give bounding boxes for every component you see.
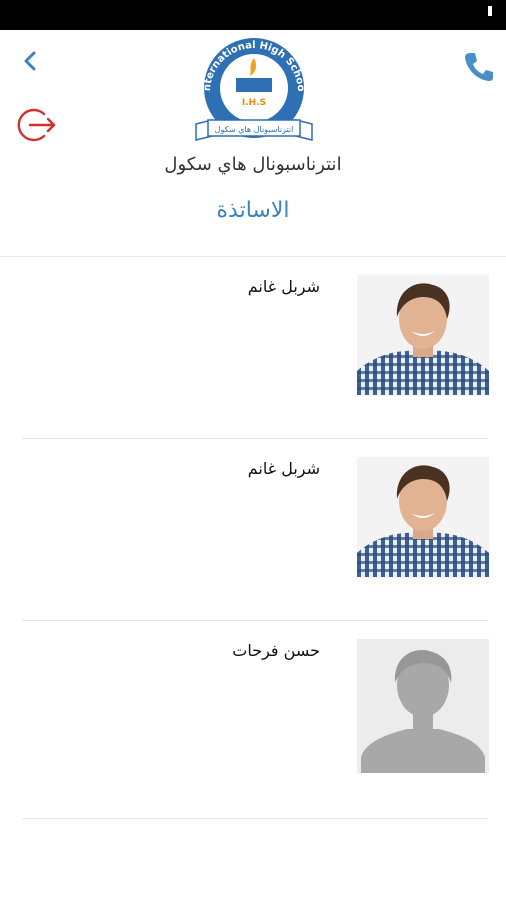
teacher-photo xyxy=(357,457,489,577)
teacher-row[interactable]: شربل غانم xyxy=(0,257,506,439)
placeholder-avatar-icon xyxy=(357,639,489,773)
chevron-left-icon xyxy=(24,51,36,71)
logout-icon xyxy=(17,108,56,142)
school-name: انترناسبونال هاي سكول xyxy=(164,154,342,175)
school-logo: International High School I.H.S انترناسب… xyxy=(188,28,318,150)
teacher-row[interactable]: حسن فرحات xyxy=(0,621,506,819)
teacher-photo xyxy=(357,275,489,395)
teachers-list: شربل غانم شربل غانم حسن فرحات xyxy=(0,257,506,819)
page-title: الاساتذة xyxy=(216,198,290,223)
app-header: International High School I.H.S انترناسب… xyxy=(0,28,506,257)
teacher-row[interactable]: شربل غانم xyxy=(0,439,506,621)
status-bar xyxy=(0,0,506,30)
phone-icon xyxy=(465,53,493,81)
svg-text:انترناسبونال هاي سكول: انترناسبونال هاي سكول xyxy=(215,125,294,134)
row-divider xyxy=(22,818,488,819)
call-button[interactable] xyxy=(462,50,496,84)
status-indicator xyxy=(488,6,492,16)
back-button[interactable] xyxy=(20,48,42,74)
logout-button[interactable] xyxy=(16,106,58,144)
teacher-name: شربل غانم xyxy=(247,459,320,478)
teacher-name: حسن فرحات xyxy=(232,641,320,660)
teacher-name: شربل غانم xyxy=(247,277,320,296)
svg-text:I.H.S: I.H.S xyxy=(242,98,266,108)
